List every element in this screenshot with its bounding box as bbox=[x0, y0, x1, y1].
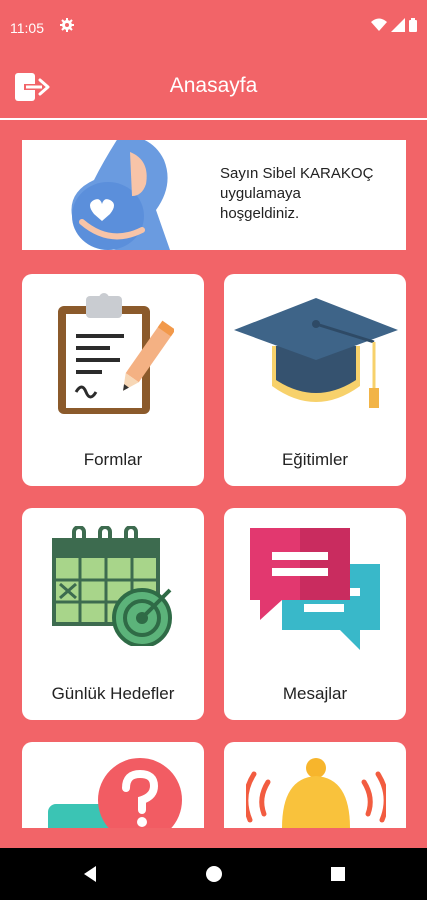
welcome-card: Sayın Sibel KARAKOÇ uygulamaya hoşgeldin… bbox=[22, 140, 406, 250]
calendar-target-icon bbox=[52, 526, 172, 646]
settings-gear-icon bbox=[60, 18, 74, 35]
welcome-message: Sayın Sibel KARAKOÇ uygulamaya hoşgeldin… bbox=[220, 164, 400, 224]
status-bar: 11:05 bbox=[0, 0, 427, 56]
status-icons bbox=[371, 18, 417, 35]
welcome-line-2: uygulamaya bbox=[220, 185, 301, 202]
tile-label: Formlar bbox=[83, 450, 143, 469]
tile-egitimler[interactable]: Eğitimler bbox=[224, 274, 406, 486]
welcome-line-3: hoşgeldiniz. bbox=[220, 205, 300, 222]
wifi-icon bbox=[371, 18, 388, 31]
welcome-line-1: Sayın Sibel KARAKOÇ bbox=[220, 165, 374, 182]
app-bar: Anasayfa bbox=[0, 56, 427, 120]
tile-label: Mesajlar bbox=[282, 684, 348, 703]
question-icon bbox=[48, 758, 182, 828]
home-icon[interactable] bbox=[204, 864, 224, 884]
tile-formlar[interactable]: Formlar bbox=[22, 274, 204, 486]
back-icon[interactable] bbox=[80, 864, 100, 884]
tile-notifications[interactable] bbox=[224, 742, 406, 828]
bell-icon bbox=[246, 758, 386, 828]
tile-gunluk-hedefler[interactable]: Günlük Hedefler bbox=[22, 508, 204, 720]
tile-questions[interactable] bbox=[22, 742, 204, 828]
graduation-cap-icon bbox=[234, 298, 398, 408]
tile-label: Eğitimler bbox=[281, 450, 349, 469]
clipboard-icon bbox=[58, 293, 174, 414]
tile-label: Günlük Hedefler bbox=[51, 684, 175, 703]
tile-mesajlar[interactable]: Mesajlar bbox=[224, 508, 406, 720]
system-navigation-bar bbox=[0, 848, 427, 900]
recents-icon[interactable] bbox=[328, 864, 348, 884]
chat-bubbles-icon bbox=[250, 528, 380, 650]
pregnant-woman-icon bbox=[71, 140, 170, 250]
page-title: Anasayfa bbox=[169, 74, 258, 97]
signal-icon bbox=[391, 18, 406, 32]
battery-icon bbox=[409, 18, 417, 32]
status-time: 11:05 bbox=[10, 20, 44, 36]
